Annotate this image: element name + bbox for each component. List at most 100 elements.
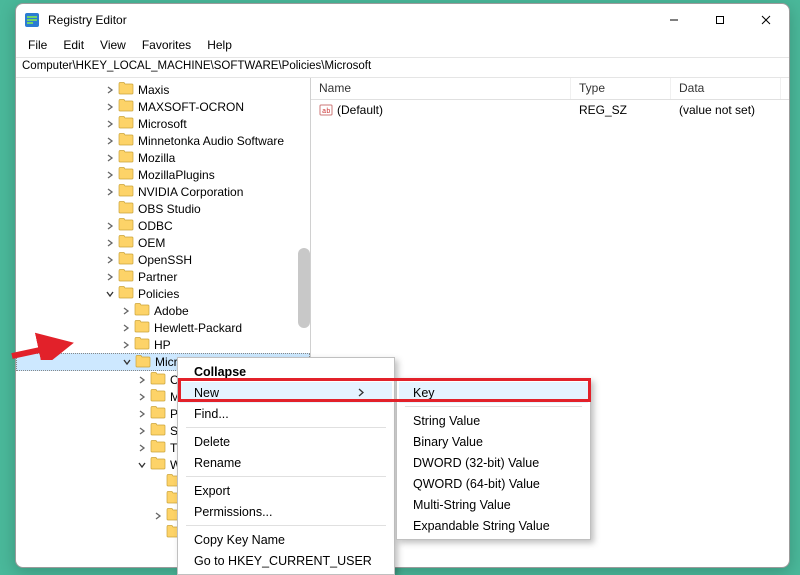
menu-item-go-to-hkey-current-user[interactable]: Go to HKEY_CURRENT_USER bbox=[180, 550, 392, 571]
tree-node[interactable]: MAXSOFT-OCRON bbox=[16, 98, 310, 115]
menu-item-qword-64-bit-value[interactable]: QWORD (64-bit) Value bbox=[399, 473, 588, 494]
column-header-data[interactable]: Data bbox=[671, 78, 781, 99]
folder-icon bbox=[118, 115, 138, 132]
chevron-right-icon[interactable] bbox=[104, 152, 116, 164]
folder-icon bbox=[150, 439, 170, 456]
menu-help[interactable]: Help bbox=[199, 36, 240, 57]
chevron-right-icon[interactable] bbox=[104, 135, 116, 147]
tree-node[interactable]: OEM bbox=[16, 234, 310, 251]
menu-item-rename[interactable]: Rename bbox=[180, 452, 392, 473]
chevron-right-icon[interactable] bbox=[136, 408, 148, 420]
tree-node[interactable]: OBS Studio bbox=[16, 200, 310, 217]
chevron-right-icon[interactable] bbox=[120, 339, 132, 351]
tree-node-label: ODBC bbox=[138, 219, 173, 233]
folder-icon bbox=[134, 302, 154, 319]
chevron-right-icon[interactable] bbox=[136, 391, 148, 403]
window-title: Registry Editor bbox=[48, 13, 127, 27]
folder-icon bbox=[135, 354, 155, 371]
tree-node[interactable]: ODBC bbox=[16, 217, 310, 234]
chevron-right-icon[interactable] bbox=[104, 169, 116, 181]
menu-item-multi-string-value[interactable]: Multi-String Value bbox=[399, 494, 588, 515]
tree-node[interactable]: Mozilla bbox=[16, 149, 310, 166]
menu-item-label: Rename bbox=[194, 456, 241, 470]
menu-favorites[interactable]: Favorites bbox=[134, 36, 199, 57]
tree-node[interactable]: Partner bbox=[16, 268, 310, 285]
chevron-right-icon[interactable] bbox=[136, 425, 148, 437]
tree-node-label: OBS Studio bbox=[138, 202, 201, 216]
tree-node[interactable]: MozillaPlugins bbox=[16, 166, 310, 183]
chevron-right-icon[interactable] bbox=[104, 271, 116, 283]
menu-item-label: Export bbox=[194, 484, 230, 498]
app-icon bbox=[24, 12, 40, 28]
menu-file[interactable]: File bbox=[20, 36, 55, 57]
menu-item-expandable-string-value[interactable]: Expandable String Value bbox=[399, 515, 588, 536]
tree-node[interactable]: NVIDIA Corporation bbox=[16, 183, 310, 200]
column-header-type[interactable]: Type bbox=[571, 78, 671, 99]
menu-item-export[interactable]: Export bbox=[180, 480, 392, 501]
chevron-right-icon[interactable] bbox=[152, 510, 164, 522]
tree-node[interactable]: Adobe bbox=[16, 302, 310, 319]
tree-node-label: MAXSOFT-OCRON bbox=[138, 100, 244, 114]
tree-node[interactable]: Maxis bbox=[16, 81, 310, 98]
menu-item-string-value[interactable]: String Value bbox=[399, 410, 588, 431]
value-data: (value not set) bbox=[671, 103, 781, 117]
folder-icon bbox=[118, 200, 138, 217]
tree-node[interactable]: OpenSSH bbox=[16, 251, 310, 268]
context-submenu-new[interactable]: Key String ValueBinary Value DWORD (32-bit… bbox=[396, 378, 591, 540]
menu-item-permissions[interactable]: Permissions... bbox=[180, 501, 392, 522]
menu-separator bbox=[186, 427, 386, 428]
chevron-down-icon[interactable] bbox=[121, 356, 133, 368]
menu-item-binary-value[interactable]: Binary Value bbox=[399, 431, 588, 452]
menu-item-new[interactable]: New bbox=[180, 382, 392, 403]
address-bar[interactable]: Computer\HKEY_LOCAL_MACHINE\SOFTWARE\Pol… bbox=[16, 58, 789, 78]
tree-node-label: Adobe bbox=[154, 304, 189, 318]
maximize-button[interactable] bbox=[697, 4, 743, 36]
tree-node[interactable]: HP bbox=[16, 336, 310, 353]
tree-node[interactable]: Minnetonka Audio Software bbox=[16, 132, 310, 149]
tree-scrollbar[interactable] bbox=[298, 248, 310, 328]
chevron-none bbox=[104, 203, 116, 215]
chevron-down-icon[interactable] bbox=[104, 288, 116, 300]
close-button[interactable] bbox=[743, 4, 789, 36]
column-header-name[interactable]: Name bbox=[311, 78, 571, 99]
minimize-button[interactable] bbox=[651, 4, 697, 36]
chevron-right-icon[interactable] bbox=[104, 84, 116, 96]
chevron-right-icon[interactable] bbox=[104, 118, 116, 130]
chevron-right-icon[interactable] bbox=[104, 237, 116, 249]
tree-node[interactable]: Microsoft bbox=[16, 115, 310, 132]
tree-node-label: Policies bbox=[138, 287, 179, 301]
menu-edit[interactable]: Edit bbox=[55, 36, 92, 57]
menu-item-find[interactable]: Find... bbox=[180, 403, 392, 424]
chevron-right-icon[interactable] bbox=[120, 305, 132, 317]
chevron-right-icon[interactable] bbox=[136, 374, 148, 386]
list-row[interactable]: ab(Default)REG_SZ(value not set) bbox=[311, 100, 789, 120]
tree-node-label: Mozilla bbox=[138, 151, 175, 165]
chevron-down-icon[interactable] bbox=[136, 459, 148, 471]
tree-node[interactable]: Hewlett-Packard bbox=[16, 319, 310, 336]
menu-item-copy-key-name[interactable]: Copy Key Name bbox=[180, 529, 392, 550]
menu-item-collapse[interactable]: Collapse bbox=[180, 361, 392, 382]
chevron-right-icon[interactable] bbox=[104, 220, 116, 232]
chevron-right-icon[interactable] bbox=[104, 254, 116, 266]
menu-separator bbox=[186, 525, 386, 526]
chevron-right-icon[interactable] bbox=[136, 442, 148, 454]
tree-node-label: HP bbox=[154, 338, 171, 352]
context-menu[interactable]: CollapseNewFind... Delete Rename Export Perm… bbox=[177, 357, 395, 575]
list-header: NameTypeData bbox=[311, 78, 789, 100]
menu-item-label: Key bbox=[413, 386, 435, 400]
chevron-right-icon[interactable] bbox=[120, 322, 132, 334]
chevron-none bbox=[152, 476, 164, 488]
tree-node-label: NVIDIA Corporation bbox=[138, 185, 243, 199]
chevron-right-icon[interactable] bbox=[104, 186, 116, 198]
menu-view[interactable]: View bbox=[92, 36, 134, 57]
menu-item-key[interactable]: Key bbox=[399, 382, 588, 403]
menu-item-dword-32-bit-value[interactable]: DWORD (32-bit) Value bbox=[399, 452, 588, 473]
tree-node[interactable]: Policies bbox=[16, 285, 310, 302]
menu-item-label: DWORD (32-bit) Value bbox=[413, 456, 539, 470]
folder-icon bbox=[118, 268, 138, 285]
menu-item-label: Delete bbox=[194, 435, 230, 449]
menu-item-delete[interactable]: Delete bbox=[180, 431, 392, 452]
chevron-right-icon[interactable] bbox=[104, 101, 116, 113]
tree-node-label: OEM bbox=[138, 236, 165, 250]
folder-icon bbox=[118, 217, 138, 234]
